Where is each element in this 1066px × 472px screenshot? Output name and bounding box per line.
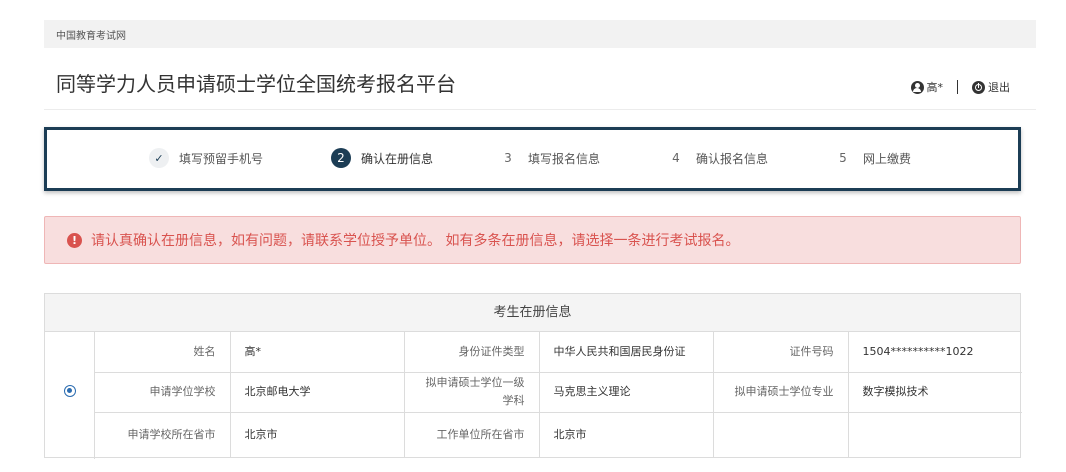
step-number: 2 [331, 148, 351, 168]
step-label: 填写预留手机号 [179, 151, 264, 166]
divider [957, 80, 958, 94]
alert-icon: ! [67, 232, 82, 248]
table-row: 申请学校所在省市 北京市 工作单位所在省市 北京市 [95, 412, 1022, 458]
power-icon[interactable] [972, 80, 985, 94]
field-value [848, 412, 1022, 458]
field-label: 姓名 [95, 332, 231, 373]
step-4: 4 确认报名信息 [666, 148, 768, 168]
field-label: 身份证件类型 [404, 332, 540, 373]
field-label: 申请学校所在省市 [95, 412, 231, 458]
site-name[interactable]: 中国教育考试网 [56, 27, 126, 42]
step-number: 3 [504, 151, 512, 165]
field-label [713, 412, 849, 458]
field-label: 拟申请硕士学位一级学科 [404, 372, 540, 413]
field-value: 北京邮电大学 [230, 372, 405, 413]
field-value: 马克思主义理论 [539, 372, 714, 413]
user-name[interactable]: 高* [927, 79, 944, 95]
step-progress: ✓ 填写预留手机号 2 确认在册信息 3 填写报名信息 4 确认报名信息 5 网… [44, 127, 1021, 191]
table-row: 申请学位学校 北京邮电大学 拟申请硕士学位一级学科 马克思主义理论 拟申请硕士学… [95, 372, 1022, 413]
step-number: 4 [672, 151, 680, 165]
alert-text: 请认真确认在册信息，如有问题，请联系学位授予单位。 如有多条在册信息，请选择一条… [91, 233, 740, 249]
field-value: 北京市 [539, 412, 714, 458]
record-radio[interactable] [64, 385, 76, 397]
field-label: 证件号码 [713, 332, 849, 373]
selection-column [45, 332, 95, 459]
alert-message: ! 请认真确认在册信息，如有问题，请联系学位授予单位。 如有多条在册信息，请选择… [44, 216, 1021, 264]
table-row: 姓名 高* 身份证件类型 中华人民共和国居民身份证 证件号码 1504*****… [95, 332, 1022, 373]
logout-link[interactable]: 退出 [988, 79, 1010, 95]
field-value: 中华人民共和国居民身份证 [539, 332, 714, 373]
step-number: 5 [839, 151, 847, 165]
top-bar: 中国教育考试网 [44, 20, 1036, 48]
page-title: 同等学力人员申请硕士学位全国统考报名平台 [56, 72, 456, 96]
step-3: 3 填写报名信息 [498, 148, 600, 168]
info-table: 姓名 高* 身份证件类型 中华人民共和国居民身份证 证件号码 1504*****… [95, 332, 1022, 458]
step-1: ✓ 填写预留手机号 [149, 148, 263, 168]
field-value: 1504**********1022 [848, 332, 1022, 373]
check-icon: ✓ [149, 148, 169, 168]
step-label: 网上缴费 [863, 151, 912, 166]
field-label: 拟申请硕士学位专业 [713, 372, 849, 413]
step-label: 确认在册信息 [361, 151, 434, 166]
field-label: 工作单位所在省市 [404, 412, 540, 458]
field-label: 申请学位学校 [95, 372, 231, 413]
field-value: 高* [230, 332, 405, 373]
step-label: 确认报名信息 [696, 151, 769, 166]
registration-info-card: 考生在册信息 姓名 高* 身份证件类型 中华人民共和国居民身份证 证件号码 15… [44, 293, 1022, 459]
step-label: 填写报名信息 [528, 151, 601, 166]
user-area: 高* 退出 [910, 79, 1010, 95]
user-icon [910, 80, 924, 94]
card-title: 考生在册信息 [45, 294, 1020, 332]
field-value: 数字模拟技术 [848, 372, 1022, 413]
step-2: 2 确认在册信息 [331, 148, 433, 168]
step-5: 5 网上缴费 [833, 148, 911, 168]
header: 同等学力人员申请硕士学位全国统考报名平台 高* 退出 [44, 48, 1036, 110]
field-value: 北京市 [230, 412, 405, 458]
